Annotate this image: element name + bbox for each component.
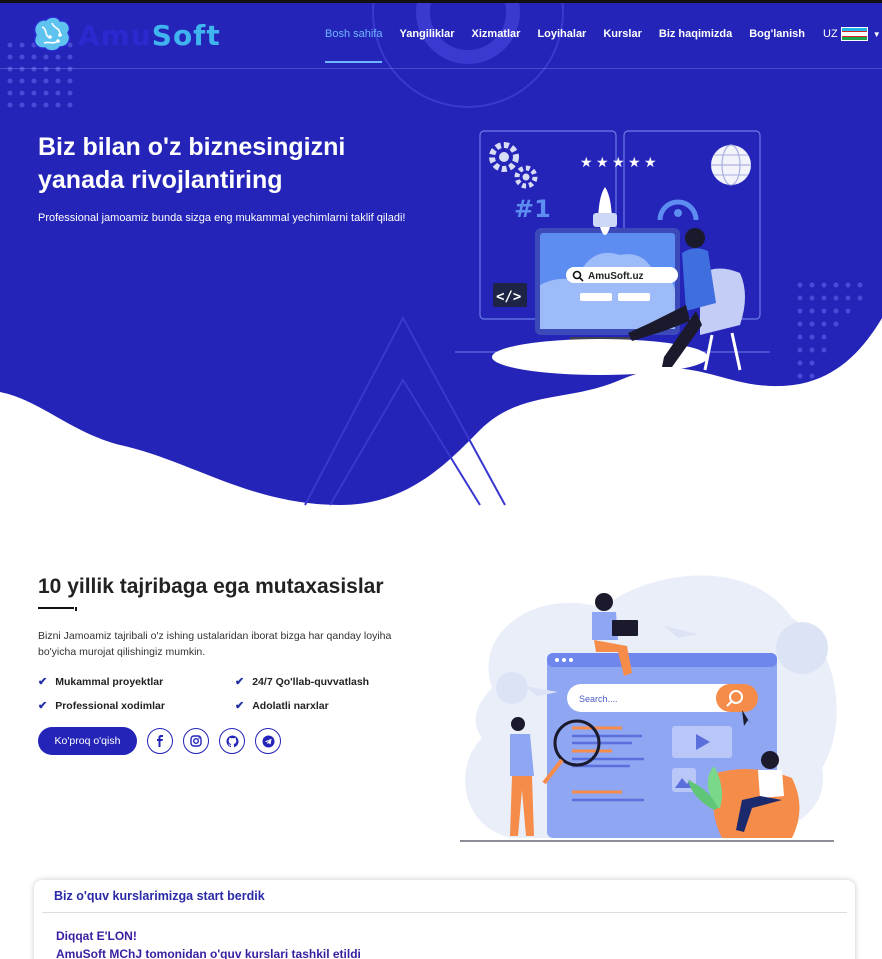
news-card: Biz o'quv kurslarimizga start berdik Diq… bbox=[34, 880, 855, 959]
hero-badge: #1 bbox=[514, 195, 551, 223]
title-underline bbox=[38, 607, 77, 611]
feature-item: ✔ Adolatli narxlar bbox=[235, 699, 329, 713]
nav-item-yangiliklar[interactable]: Yangiliklar bbox=[399, 28, 454, 40]
logo-text-soft: Soft bbox=[151, 18, 221, 52]
svg-text:★: ★ bbox=[612, 155, 625, 171]
feature-label: Professional xodimlar bbox=[55, 699, 165, 712]
logo[interactable]: AmuSoft bbox=[30, 15, 221, 55]
hero-search-text: AmuSoft.uz bbox=[588, 271, 644, 282]
hero-title: Biz bilan o'z biznesingizni yanada rivoj… bbox=[38, 133, 346, 194]
feature-label: Mukammal proyektlar bbox=[55, 675, 164, 688]
feature-label: 24/7 Qo'llab-quvvatlash bbox=[252, 675, 370, 688]
hero-illustration: ★ ★ ★ ★ ★ #1 AmuSoft.uz </> bbox=[455, 130, 770, 375]
rating-stars: ★ ★ ★ ★ ★ bbox=[580, 155, 657, 171]
check-icon: ✔ bbox=[38, 676, 48, 688]
svg-text:★: ★ bbox=[628, 155, 641, 171]
navbar: AmuSoft Bosh sahifa Yangiliklar Xizmatla… bbox=[0, 3, 882, 69]
github-icon[interactable] bbox=[219, 728, 245, 754]
code-icon: </> bbox=[496, 289, 521, 305]
main-nav: Bosh sahifa Yangiliklar Xizmatlar Loyiha… bbox=[325, 27, 881, 63]
nav-item-kurslar[interactable]: Kurslar bbox=[603, 28, 642, 40]
feature-item: ✔ 24/7 Qo'llab-quvvatlash bbox=[235, 675, 370, 689]
uzbekistan-flag-icon bbox=[840, 27, 868, 41]
svg-text:★: ★ bbox=[580, 155, 593, 171]
feature-item: ✔ Professional xodimlar bbox=[38, 699, 165, 713]
brain-circuit-icon bbox=[33, 16, 71, 52]
news-card-title: Biz o'quv kurslarimizga start berdik bbox=[54, 889, 265, 903]
logo-text: AmuSoft bbox=[78, 19, 221, 52]
hero-section: ★ ★ ★ ★ ★ #1 AmuSoft.uz </> AmuSoft Bosh… bbox=[0, 0, 882, 510]
feature-label: Adolatli narxlar bbox=[252, 699, 329, 712]
language-code: UZ bbox=[823, 28, 838, 40]
read-more-button[interactable]: Ko'proq o'qish bbox=[38, 727, 137, 755]
about-text: Bizni Jamoamiz tajribali o'z ishing usta… bbox=[38, 630, 392, 658]
news-announcement: Diqqat E'LON! bbox=[56, 929, 137, 943]
page: ★ ★ ★ ★ ★ #1 AmuSoft.uz </> AmuSoft Bosh… bbox=[0, 0, 882, 959]
news-link[interactable]: AmuSoft MChJ tomonidan o'quv kurslari ta… bbox=[56, 947, 361, 959]
instagram-icon[interactable] bbox=[183, 728, 209, 754]
about-title: 10 yillik tajribaga ega mutaxasislar bbox=[38, 575, 384, 598]
about-search-placeholder: Search.... bbox=[579, 694, 618, 704]
nav-item-xizmatlar[interactable]: Xizmatlar bbox=[472, 28, 521, 40]
svg-text:★: ★ bbox=[644, 155, 657, 171]
hero-subtitle: Professional jamoamiz bunda sizga eng mu… bbox=[38, 212, 406, 224]
chevron-down-icon: ▼ bbox=[872, 29, 881, 39]
gear-icon bbox=[489, 142, 538, 189]
nav-item-biz-haqimizda[interactable]: Biz haqimizda bbox=[659, 28, 732, 40]
check-icon: ✔ bbox=[235, 700, 245, 712]
news-card-header: Biz o'quv kurslarimizga start berdik bbox=[42, 880, 847, 913]
check-icon: ✔ bbox=[38, 700, 48, 712]
nav-item-boglanish[interactable]: Bog'lanish bbox=[749, 28, 805, 40]
svg-text:★: ★ bbox=[596, 155, 609, 171]
check-icon: ✔ bbox=[235, 676, 245, 688]
about-illustration: Search.... bbox=[460, 575, 837, 842]
nav-item-loyihalar[interactable]: Loyihalar bbox=[537, 28, 586, 40]
globe-icon bbox=[711, 144, 751, 186]
nav-item-bosh-sahifa[interactable]: Bosh sahifa bbox=[325, 28, 383, 63]
feature-item: ✔ Mukammal proyektlar bbox=[38, 675, 164, 689]
telegram-icon[interactable] bbox=[255, 728, 281, 754]
facebook-icon[interactable] bbox=[147, 728, 173, 754]
logo-text-amu: Amu bbox=[78, 18, 152, 52]
language-selector[interactable]: UZ ▼ bbox=[823, 27, 881, 41]
